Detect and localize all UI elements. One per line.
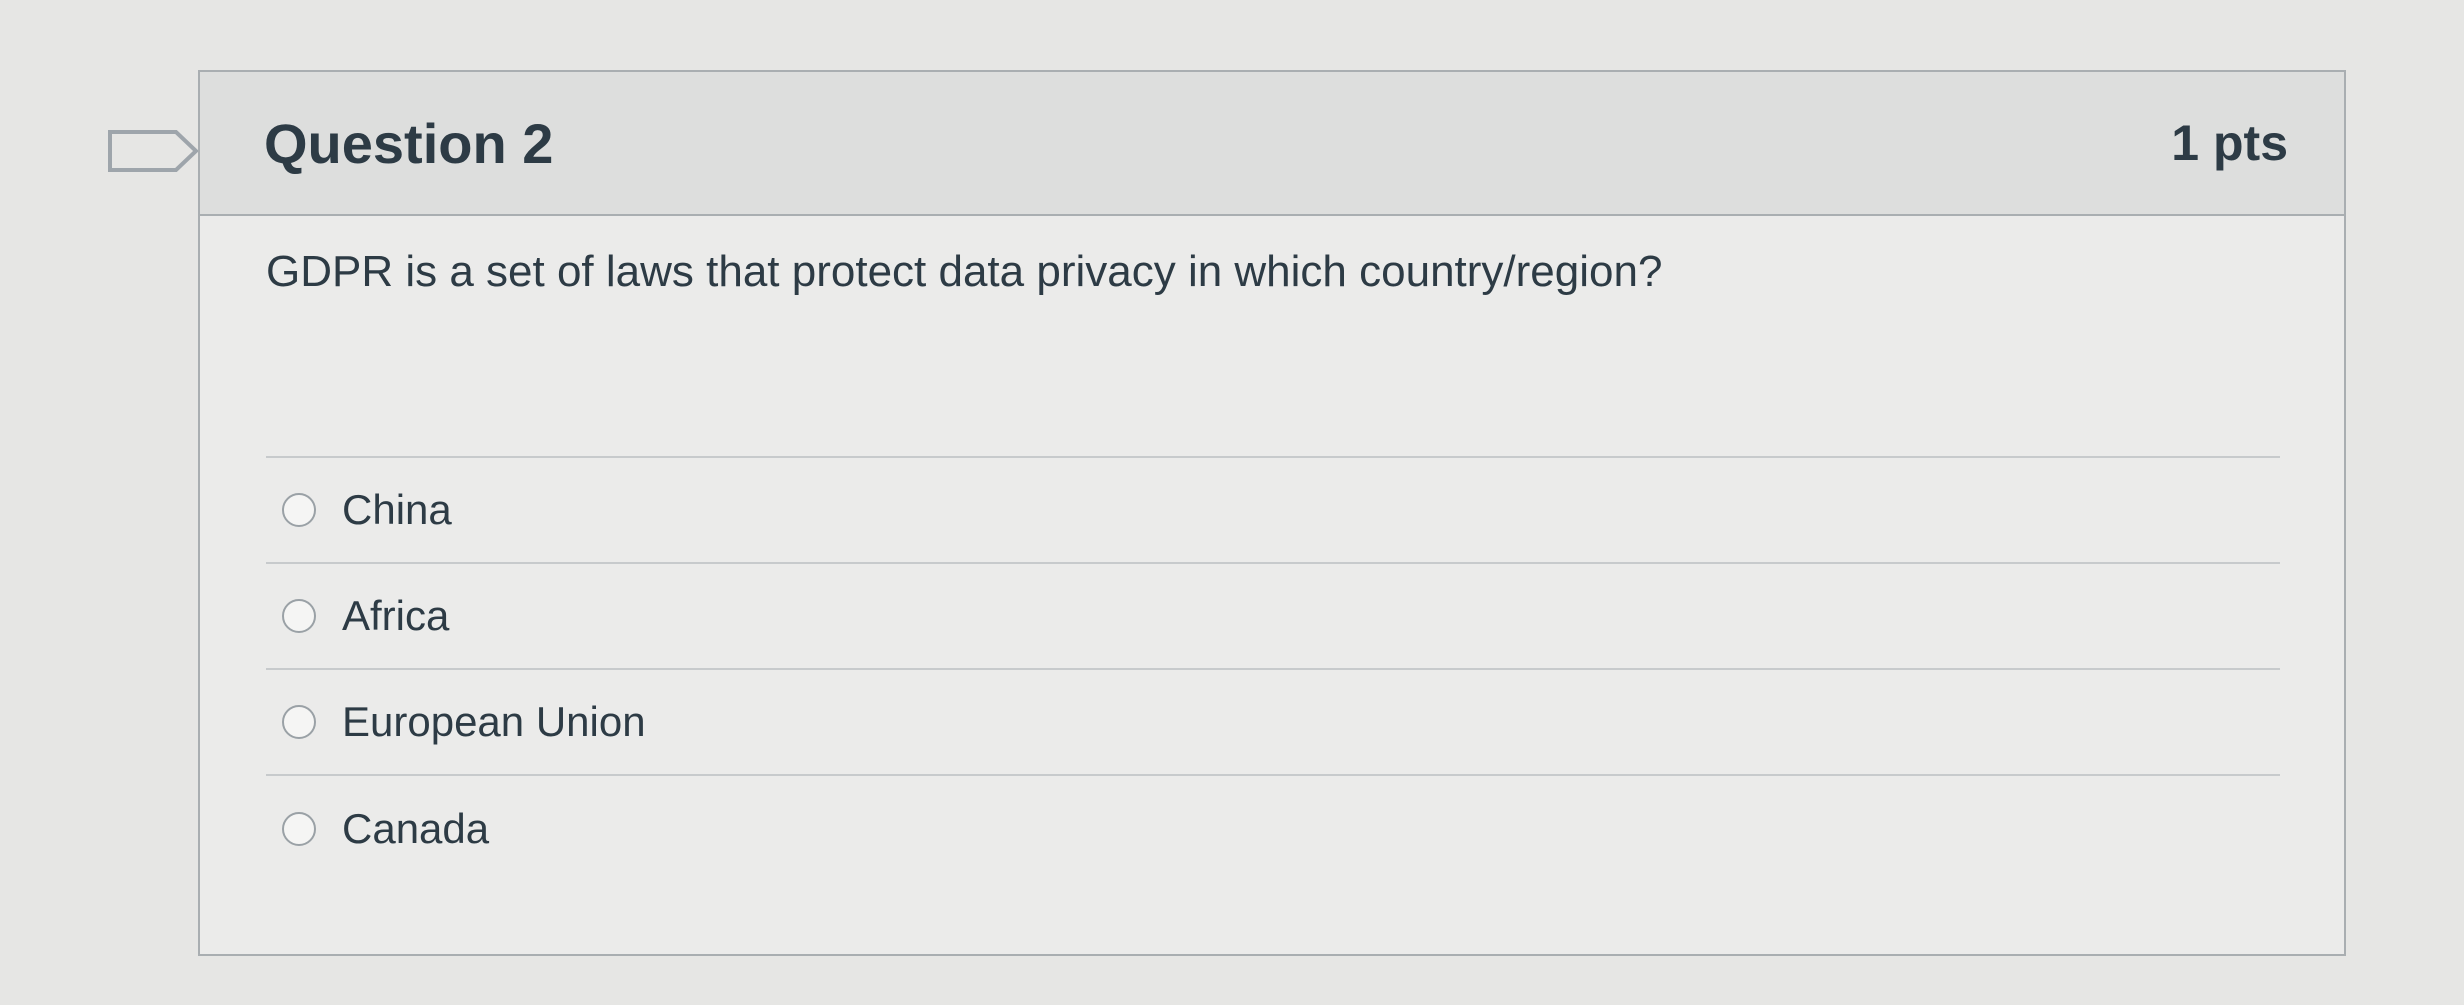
question-header: Question 2 1 pts: [200, 72, 2344, 216]
radio-button[interactable]: [282, 705, 316, 739]
answer-list: China Africa European Union Canada: [266, 456, 2280, 882]
flag-question-icon[interactable]: [106, 128, 202, 174]
question-card: Question 2 1 pts GDPR is a set of laws t…: [198, 70, 2346, 956]
answer-label: Africa: [342, 592, 450, 639]
answer-label: European Union: [342, 698, 646, 745]
radio-button[interactable]: [282, 599, 316, 633]
answer-label: China: [342, 486, 452, 533]
answer-label: Canada: [342, 805, 490, 852]
answer-option[interactable]: China: [266, 458, 2280, 564]
question-title: Question 2: [264, 111, 554, 175]
question-body: GDPR is a set of laws that protect data …: [200, 247, 2344, 448]
radio-button[interactable]: [282, 812, 316, 846]
answer-option[interactable]: Canada: [266, 776, 2280, 882]
answer-option[interactable]: Africa: [266, 564, 2280, 670]
question-text: GDPR is a set of laws that protect data …: [266, 247, 1663, 296]
radio-button[interactable]: [282, 493, 316, 527]
question-points: 1 pts: [2171, 115, 2288, 171]
answer-option[interactable]: European Union: [266, 670, 2280, 776]
